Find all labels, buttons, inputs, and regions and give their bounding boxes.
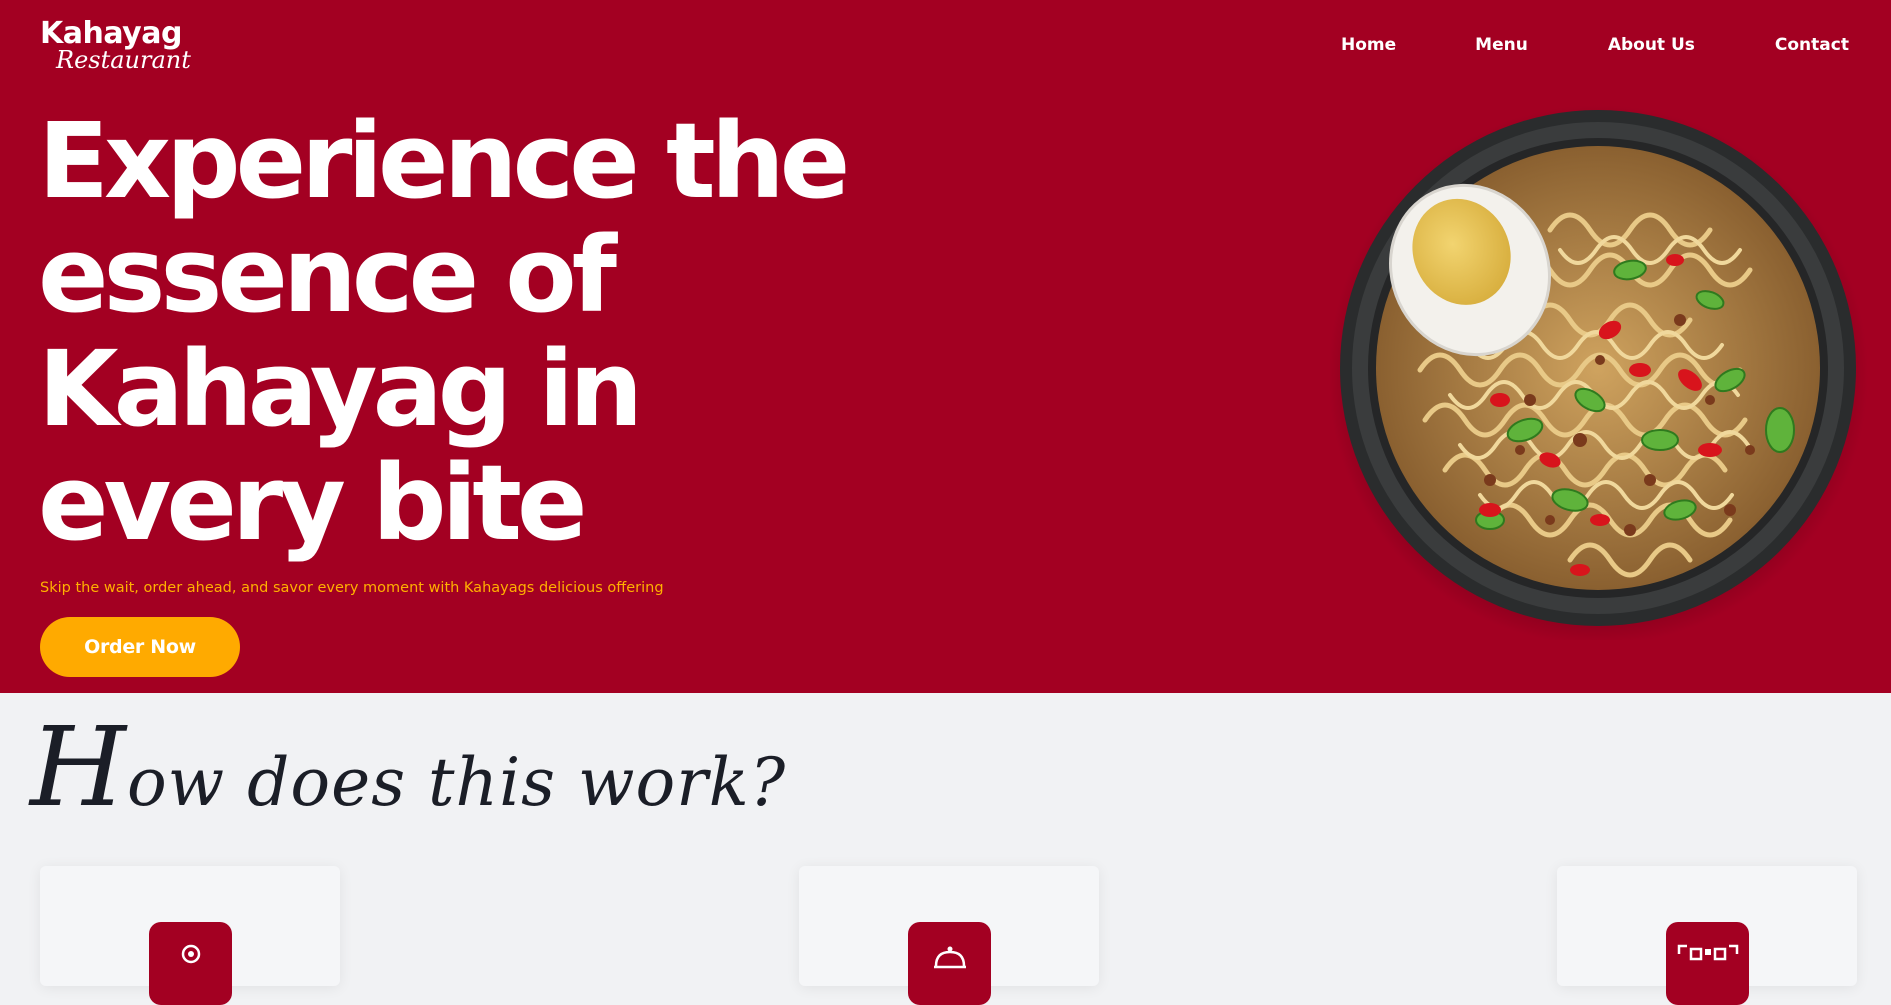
headline-line-3: Kahayag in — [38, 328, 643, 450]
brand-logo[interactable]: Kahayag Restaurant — [40, 18, 191, 74]
hero-section: Kahayag Restaurant Home Menu About Us Co… — [0, 0, 1891, 693]
brand-tagline: Restaurant — [56, 46, 191, 74]
headline-line-1: Experience the — [38, 100, 850, 222]
hero-subtitle: Skip the wait, order ahead, and savor ev… — [40, 580, 664, 596]
step-card-3 — [1557, 866, 1857, 1005]
hero-headline: Experience the essence of Kahayag in eve… — [38, 104, 938, 560]
cloche-icon — [908, 922, 991, 1005]
nav-home-link[interactable]: Home — [1341, 33, 1396, 57]
how-it-works-title: How does this work? — [30, 712, 786, 838]
step-card-2 — [799, 866, 1099, 1005]
nav-about-link[interactable]: About Us — [1608, 33, 1695, 57]
location-pin-icon — [149, 922, 232, 1005]
noodle-bowl-image — [1328, 100, 1870, 645]
order-now-button[interactable]: Order Now — [40, 617, 240, 677]
step-card-1 — [40, 866, 340, 1005]
headline-line-2: essence of — [38, 214, 617, 336]
title-rest: ow does this work? — [126, 744, 787, 821]
headline-line-4: every bite — [38, 442, 587, 564]
nav-contact-link[interactable]: Contact — [1775, 33, 1849, 57]
main-nav: Home Menu About Us Contact — [1341, 33, 1849, 57]
qr-code-icon — [1666, 922, 1749, 1005]
nav-menu-link[interactable]: Menu — [1475, 33, 1528, 57]
title-initial: H — [30, 703, 127, 831]
